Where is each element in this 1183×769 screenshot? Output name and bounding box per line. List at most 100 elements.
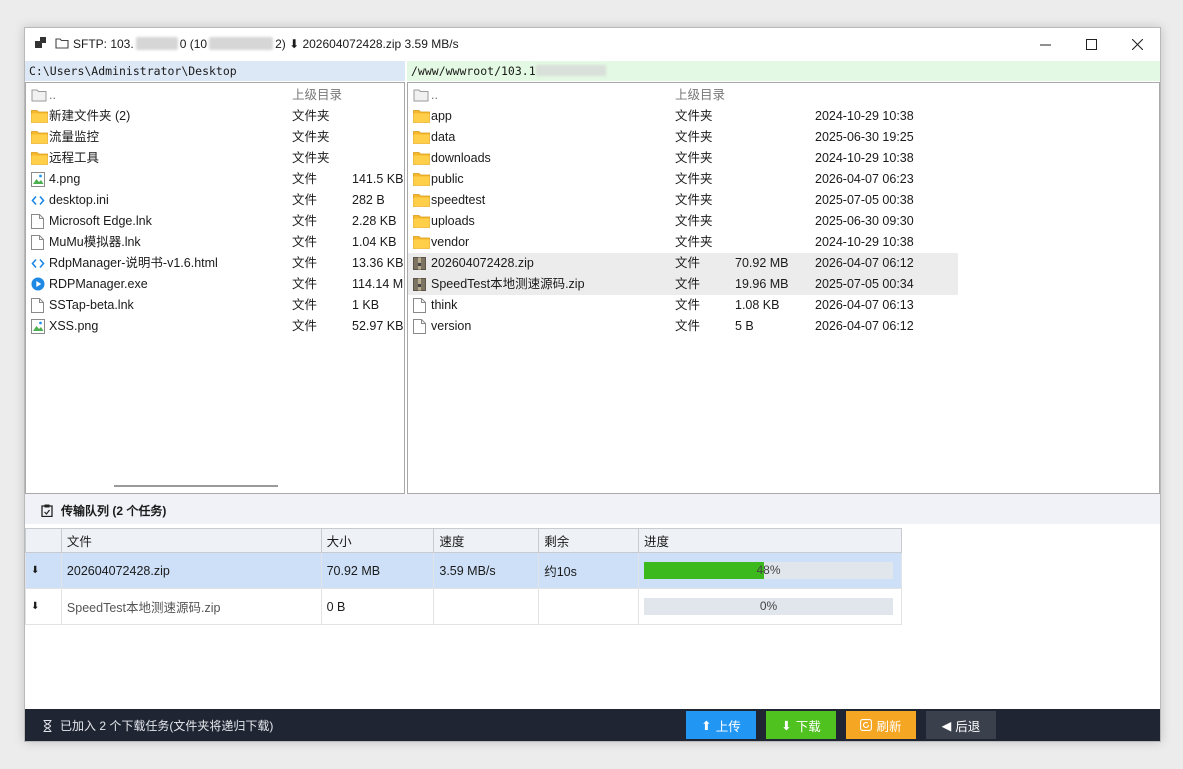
direction-icon: ⬇ (25, 552, 62, 589)
file-type: 文件 (292, 298, 318, 312)
file-size: 114.14 M (352, 277, 404, 291)
file-type: 文件夹 (675, 151, 713, 165)
remote-file-row[interactable]: speedtest 文件夹 2025-07-05 00:38 (408, 190, 958, 211)
file-modified-date: 2026-04-07 06:13 (815, 298, 914, 312)
local-file-row[interactable]: XSS.png 文件 52.97 KB (26, 316, 404, 337)
file-modified-date: 2025-07-05 00:34 (815, 277, 914, 291)
folder-icon (413, 130, 430, 145)
queue-file-name: 202604072428.zip (60, 552, 322, 589)
file-modified-date: 2024-10-29 10:38 (815, 235, 914, 249)
file-type: 文件夹 (675, 235, 713, 249)
maximize-icon (1085, 38, 1097, 50)
col-size[interactable]: 大小 (320, 528, 435, 553)
local-file-row[interactable]: 流量监控 文件夹 (26, 127, 404, 148)
remote-file-row[interactable]: uploads 文件夹 2025-06-30 09:30 (408, 211, 958, 232)
progress-bar: 0% (644, 598, 893, 615)
remote-file-row[interactable]: data 文件夹 2025-06-30 19:25 (408, 127, 958, 148)
local-file-list[interactable]: .. 上级目录 新建文件夹 (2) 文件夹 流量监控 文件夹 远程工具 文件夹 4.png 文件 1… (25, 82, 405, 494)
file-name: downloads (431, 151, 491, 165)
file-name: RdpManager-说明书-v1.6.html (49, 256, 218, 270)
file-name: speedtest (431, 193, 486, 207)
image-file-icon (31, 172, 47, 187)
progress-bar: 48% (644, 562, 893, 579)
queue-speed (433, 588, 540, 625)
remote-file-row[interactable]: app 文件夹 2024-10-29 10:38 (408, 106, 958, 127)
upload-button[interactable]: ⬆ 上传 (686, 711, 756, 739)
queue-progress-cell: 48% (638, 552, 902, 589)
file-size: 1 KB (352, 298, 380, 312)
close-button[interactable] (1114, 28, 1160, 60)
local-path-bar[interactable]: C:\Users\Administrator\Desktop (25, 61, 405, 81)
remote-file-row[interactable]: 202604072428.zip 文件 70.92 MB 2026-04-07 06:… (408, 253, 958, 274)
local-file-row[interactable]: RDPManager.exe 文件 114.14 M (26, 274, 404, 295)
parent-folder-icon (31, 88, 47, 103)
file-icon (413, 319, 429, 334)
queue-row[interactable]: ⬇ 202604072428.zip 70.92 MB 3.59 MB/s 约10s 48… (25, 552, 902, 589)
file-name: data (431, 130, 456, 144)
remote-path-bar[interactable]: /www/wwwroot/103.1 (407, 61, 1160, 81)
local-file-row[interactable]: 4.png 文件 141.5 KB (26, 169, 404, 190)
queue-remaining (538, 588, 639, 625)
file-size: 141.5 KB (352, 172, 404, 186)
local-file-row[interactable]: desktop.ini 文件 282 B (26, 190, 404, 211)
col-progress[interactable]: 进度 (638, 528, 902, 553)
folder-icon (413, 235, 430, 250)
file-type: 文件 (292, 319, 318, 333)
file-icon (31, 235, 47, 250)
file-type: 文件夹 (675, 130, 713, 144)
window-title: SFTP: 103. 0 (10 2) ⬇ 202604072428.zip 3.5… (73, 37, 459, 51)
local-file-row[interactable]: Microsoft Edge.lnk 文件 2.28 KB (26, 211, 404, 232)
transfer-queue-table: 文件 大小 速度 剩余 进度 ⬇ 202604072428.zip 70.92 MB… (25, 528, 902, 625)
file-name: version (431, 319, 472, 333)
title-host: SFTP: 103. (73, 37, 134, 51)
local-file-row[interactable]: MuMu模拟器.lnk 文件 1.04 KB (26, 232, 404, 253)
remote-file-row[interactable]: public 文件夹 2026-04-07 06:23 (408, 169, 958, 190)
queue-file-name: SpeedTest本地测速源码.zip (60, 588, 322, 625)
direction-icon: ⬇ (25, 588, 62, 625)
file-type: 文件 (292, 277, 318, 291)
back-button[interactable]: ◀ 后退 (926, 711, 996, 739)
file-size: 1.08 KB (735, 298, 780, 312)
local-parent-dir-row[interactable]: .. 上级目录 (26, 85, 404, 106)
file-icon (31, 298, 47, 313)
queue-title: 传输队列 (2 个任务) (61, 504, 167, 518)
queue-row[interactable]: ⬇ SpeedTest本地测速源码.zip 0 B 0% (25, 588, 902, 625)
local-path-text: C:\Users\Administrator\Desktop (29, 64, 237, 78)
download-button[interactable]: ⬇ 下载 (766, 711, 836, 739)
refresh-button[interactable]: 刷新 (846, 711, 916, 739)
col-direction[interactable] (25, 528, 62, 553)
maximize-button[interactable] (1068, 28, 1114, 60)
local-file-row[interactable]: RdpManager-说明书-v1.6.html 文件 13.36 KB (26, 253, 404, 274)
remote-file-row[interactable]: version 文件 5 B 2026-04-07 06:12 (408, 316, 958, 337)
remote-file-list[interactable]: .. 上级目录 app 文件夹 2024-10-29 10:38 data 文件夹 2025-… (407, 82, 1160, 494)
file-type: 文件夹 (292, 130, 330, 144)
file-type: 文件夹 (292, 109, 330, 123)
file-type: 文件 (292, 172, 318, 186)
file-icon (31, 214, 47, 229)
app-icon (35, 37, 46, 48)
remote-file-row[interactable]: SpeedTest本地测速源码.zip 文件 19.96 MB 2025-07-05 … (408, 274, 958, 295)
remote-file-row[interactable]: think 文件 1.08 KB 2026-04-07 06:13 (408, 295, 958, 316)
title-bar[interactable]: SFTP: 103. 0 (10 2) ⬇ 202604072428.zip 3.5… (25, 28, 1160, 60)
file-name: 远程工具 (49, 151, 100, 165)
col-file[interactable]: 文件 (60, 528, 322, 553)
file-name: RDPManager.exe (49, 277, 148, 291)
sftp-window: SFTP: 103. 0 (10 2) ⬇ 202604072428.zip 3.5… (24, 27, 1161, 742)
file-type: 文件 (292, 193, 318, 207)
file-type: 文件夹 (675, 109, 713, 123)
col-speed[interactable]: 速度 (433, 528, 540, 553)
file-name: Microsoft Edge.lnk (49, 214, 152, 228)
local-file-row[interactable]: SSTap-beta.lnk 文件 1 KB (26, 295, 404, 316)
local-file-row[interactable]: 新建文件夹 (2) 文件夹 (26, 106, 404, 127)
horizontal-scrollbar[interactable] (114, 485, 278, 487)
minimize-button[interactable] (1022, 28, 1068, 60)
minimize-icon (1039, 44, 1051, 45)
file-name: 202604072428.zip (431, 256, 534, 270)
refresh-label: 刷新 (876, 719, 902, 734)
remote-file-row[interactable]: vendor 文件夹 2024-10-29 10:38 (408, 232, 958, 253)
remote-parent-dir-row[interactable]: .. 上级目录 (408, 85, 958, 106)
remote-file-row[interactable]: downloads 文件夹 2024-10-29 10:38 (408, 148, 958, 169)
folder-icon (31, 130, 48, 145)
col-remaining[interactable]: 剩余 (538, 528, 639, 553)
local-file-row[interactable]: 远程工具 文件夹 (26, 148, 404, 169)
